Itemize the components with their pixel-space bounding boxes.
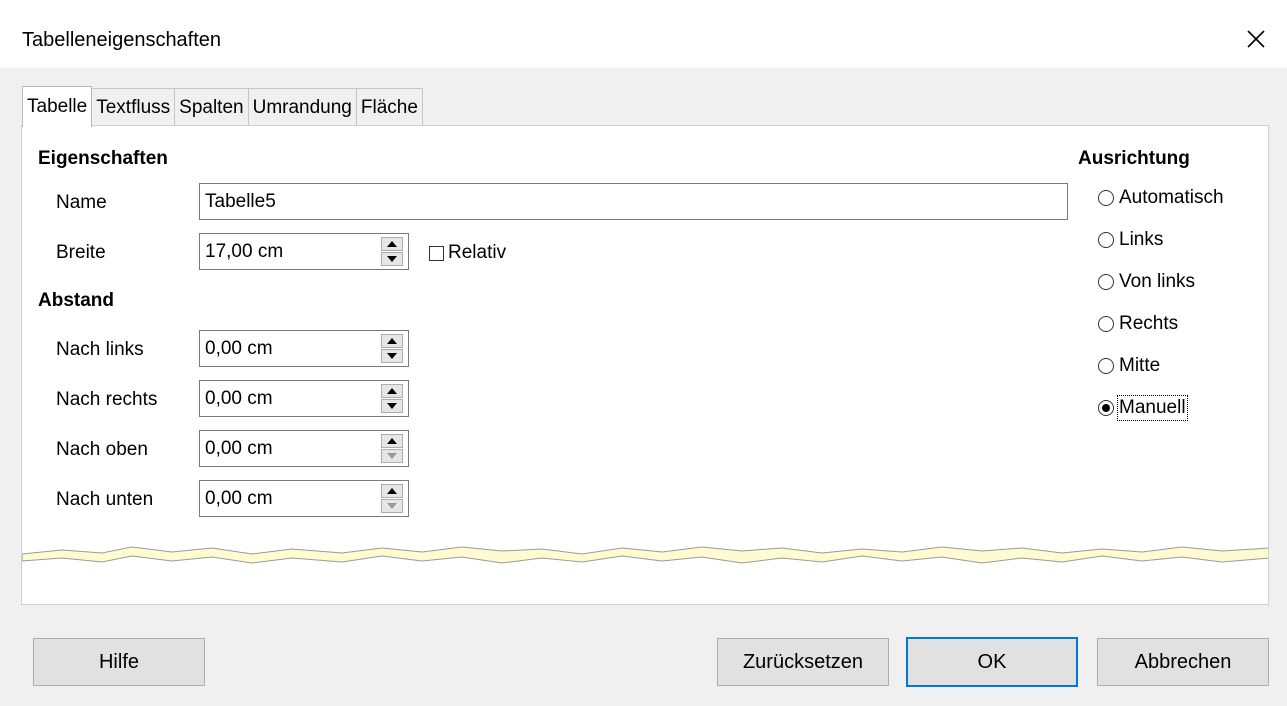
align-automatic-label: Automatisch [1119,187,1224,208]
tab-tabelle[interactable]: Tabelle [22,86,93,127]
top-decrement[interactable] [381,449,403,463]
close-icon [1247,30,1265,48]
bottom-value: 0,00 cm [205,488,273,509]
left-label: Nach links [56,339,144,360]
right-value: 0,00 cm [205,388,273,409]
align-manual-radio[interactable] [1098,400,1114,416]
top-value: 0,00 cm [205,438,273,459]
right-label: Nach rechts [56,389,158,410]
align-manual-label: Manuell [1117,395,1188,421]
right-decrement[interactable] [381,399,403,413]
tab-umrandung[interactable]: Umrandung [247,88,357,126]
tab-textfluss[interactable]: Textfluss [91,88,176,126]
bottom-increment[interactable] [381,484,403,498]
align-from-left-radio[interactable] [1098,274,1114,290]
left-increment[interactable] [381,334,403,348]
align-from-left-label: Von links [1119,271,1196,292]
relative-checkbox[interactable] [429,245,444,261]
left-spinbox[interactable]: 0,00 cm [199,330,409,367]
window-title: Tabelleneigenschaften [22,29,222,51]
title-bar: Tabelleneigenschaften [0,0,1287,68]
width-value: 17,00 cm [205,241,284,262]
caret-down-icon [387,353,397,359]
width-label: Breite [56,242,106,263]
top-label: Nach oben [56,439,148,460]
width-decrement[interactable] [381,252,403,266]
align-left-label: Links [1119,229,1164,250]
tab-flaeche[interactable]: Fläche [355,88,423,126]
properties-heading: Eigenschaften [38,148,168,169]
align-center-label: Mitte [1119,355,1161,376]
left-decrement[interactable] [381,349,403,363]
name-input[interactable]: Tabelle5 [199,183,1068,220]
top-increment[interactable] [381,434,403,448]
bottom-spinbox[interactable]: 0,00 cm [199,480,409,517]
bottom-decrement[interactable] [381,499,403,513]
right-spinbox[interactable]: 0,00 cm [199,380,409,417]
caret-down-icon [387,503,397,509]
caret-up-icon [387,338,397,344]
caret-down-icon [387,403,397,409]
align-right-option[interactable]: Rechts [1098,313,1178,335]
help-button[interactable]: Hilfe [33,638,205,686]
align-from-left-option[interactable]: Von links [1098,271,1195,293]
torn-edge-graphic [22,546,1268,564]
tab-bar: Tabelle Textfluss Spalten Umrandung Fläc… [22,86,423,127]
relative-checkbox-row[interactable]: Relativ [429,242,506,264]
align-right-radio[interactable] [1098,316,1114,332]
close-button[interactable] [1239,22,1273,56]
width-increment[interactable] [381,237,403,251]
tab-spalten[interactable]: Spalten [174,88,249,126]
align-automatic-radio[interactable] [1098,190,1114,206]
right-increment[interactable] [381,384,403,398]
cancel-button[interactable]: Abbrechen [1097,638,1269,686]
relative-label: Relativ [448,242,507,263]
align-center-option[interactable]: Mitte [1098,355,1160,377]
reset-button[interactable]: Zurücksetzen [717,638,889,686]
name-label: Name [56,192,107,214]
align-left-radio[interactable] [1098,232,1114,248]
align-left-option[interactable]: Links [1098,229,1163,251]
caret-up-icon [387,388,397,394]
align-center-radio[interactable] [1098,358,1114,374]
caret-down-icon [387,453,397,459]
alignment-heading: Ausrichtung [1078,148,1190,169]
align-right-label: Rechts [1119,313,1179,334]
top-spinbox[interactable]: 0,00 cm [199,430,409,467]
bottom-label: Nach unten [56,489,154,510]
name-label-text: Name [56,192,107,213]
caret-up-icon [387,488,397,494]
ok-button[interactable]: OK [906,637,1078,687]
tab-panel-tabelle: Eigenschaften Name Tabelle5 Breite 17,00… [21,125,1269,605]
caret-down-icon [387,256,397,262]
align-automatic-option[interactable]: Automatisch [1098,187,1224,209]
spacing-heading: Abstand [38,290,114,311]
width-spinbox[interactable]: 17,00 cm [199,233,409,270]
caret-up-icon [387,438,397,444]
caret-up-icon [387,241,397,247]
align-manual-option[interactable]: Manuell [1098,395,1188,421]
left-value: 0,00 cm [205,338,273,359]
